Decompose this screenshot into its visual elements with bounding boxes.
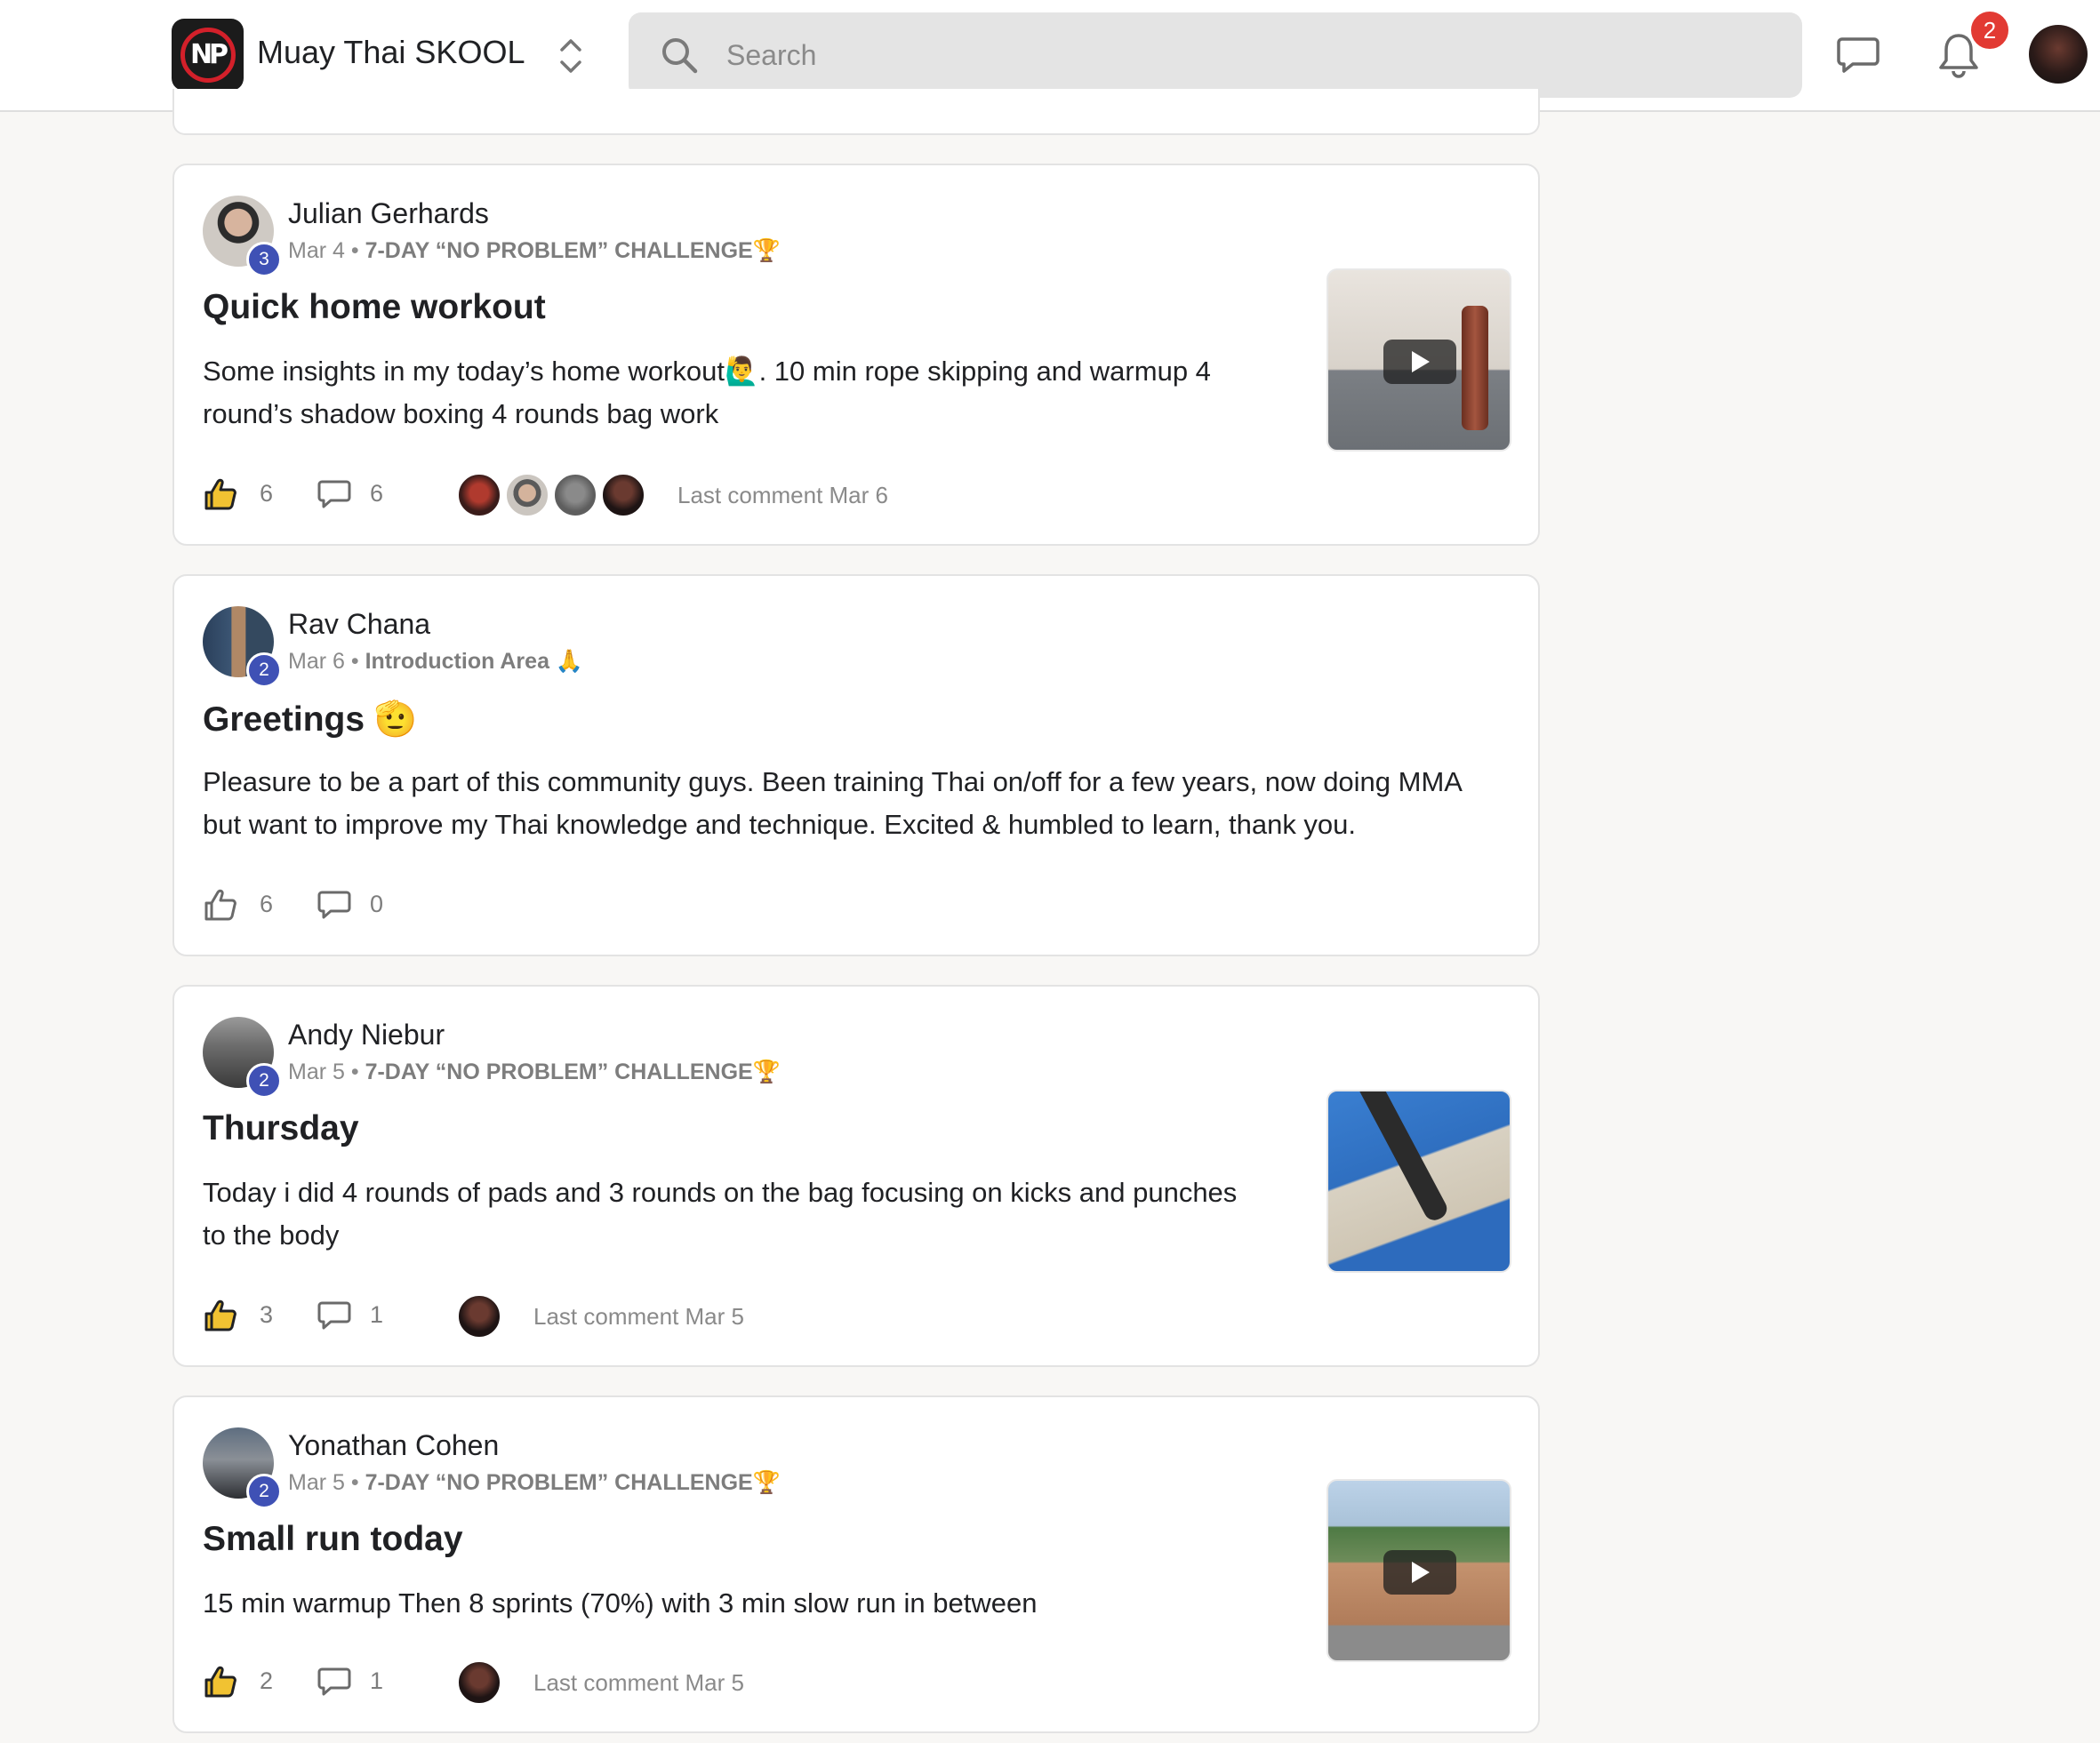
punching-bag-graphic <box>1355 1091 1451 1224</box>
user-avatar[interactable] <box>2029 25 2088 84</box>
comment-count: 1 <box>370 1667 384 1694</box>
meta-separator: • <box>344 238 365 263</box>
thumbs-up-icon[interactable] <box>203 1664 238 1699</box>
post-card[interactable]: 2 Yonathan Cohen Mar 5 • 7-DAY “NO PROBL… <box>172 1395 1540 1733</box>
search-input[interactable] <box>726 30 1749 80</box>
level-badge: 3 <box>246 242 282 277</box>
play-button[interactable] <box>1383 340 1456 384</box>
post-title[interactable]: Greetings 🫡 <box>203 699 417 740</box>
post-body-line: Pleasure to be a part of this community … <box>203 766 1463 797</box>
commenter-avatar[interactable] <box>457 1294 501 1339</box>
post-category[interactable]: Introduction Area 🙏 <box>365 649 583 674</box>
post-body-line: but want to improve my Thai knowledge an… <box>203 809 1357 840</box>
post-date: Mar 5 <box>288 1470 345 1495</box>
comment-icon[interactable] <box>317 889 352 921</box>
comment-count: 0 <box>370 891 384 917</box>
author-name[interactable]: Julian Gerhards <box>288 197 489 230</box>
meta-separator: • <box>344 649 365 674</box>
comment-icon[interactable] <box>317 478 352 510</box>
post-meta: Mar 5 • 7-DAY “NO PROBLEM” CHALLENGE🏆 <box>288 1470 781 1496</box>
post-card[interactable]: 2 Andy Niebur Mar 5 • 7-DAY “NO PROBLEM”… <box>172 985 1540 1367</box>
search-icon <box>662 38 698 74</box>
notification-count-badge[interactable]: 2 <box>1968 9 2011 52</box>
group-name[interactable]: Muay Thai SKOOL <box>257 34 525 71</box>
thumbs-up-icon[interactable] <box>203 476 238 512</box>
post-body-line: round’s shadow boxing 4 rounds bag work <box>203 398 719 429</box>
comment-count: 1 <box>370 1301 384 1328</box>
post-body[interactable]: Today i did 4 rounds of pads and 3 round… <box>203 1171 1237 1257</box>
last-comment: Last comment Mar 5 <box>533 1303 744 1330</box>
post-card[interactable]: 3 Julian Gerhards Mar 4 • 7-DAY “NO PROB… <box>172 164 1540 546</box>
comment-icon[interactable] <box>317 1299 352 1331</box>
thumbs-up-icon[interactable] <box>203 1298 238 1333</box>
post-meta: Mar 4 • 7-DAY “NO PROBLEM” CHALLENGE🏆 <box>288 238 781 264</box>
post-body[interactable]: 15 min warmup Then 8 sprints (70%) with … <box>203 1582 1037 1625</box>
commenter-avatar[interactable] <box>505 473 549 517</box>
meta-separator: • <box>344 1470 365 1495</box>
punching-bag-graphic <box>1462 306 1488 430</box>
post-image-thumbnail[interactable] <box>1327 1090 1511 1273</box>
previous-post-card-edge <box>172 89 1540 135</box>
post-body[interactable]: Some insights in my today’s home workout… <box>203 350 1211 436</box>
post-body-line: to the body <box>203 1219 340 1251</box>
post-date: Mar 6 <box>288 649 345 674</box>
play-icon <box>1412 1562 1430 1583</box>
post-date: Mar 5 <box>288 1059 345 1084</box>
post-meta: Mar 5 • 7-DAY “NO PROBLEM” CHALLENGE🏆 <box>288 1059 781 1085</box>
group-logo[interactable]: NP <box>172 19 244 91</box>
post-footer: 3 1 Last comment Mar 5 <box>203 1294 1359 1339</box>
post-body-line: 15 min warmup Then 8 sprints (70%) with … <box>203 1587 1038 1619</box>
post-footer: 6 6 Last comment Mar 6 <box>203 473 1359 517</box>
post-card[interactable]: 2 Rav Chana Mar 6 • Introduction Area 🙏 … <box>172 574 1540 956</box>
meta-separator: • <box>344 1059 365 1084</box>
post-body-line: Today i did 4 rounds of pads and 3 round… <box>203 1177 1238 1208</box>
like-count: 6 <box>260 891 274 917</box>
author-name[interactable]: Rav Chana <box>288 608 430 641</box>
commenter-avatar[interactable] <box>457 1660 501 1705</box>
post-footer: 2 1 Last comment Mar 5 <box>203 1660 1359 1705</box>
post-footer: 6 0 <box>203 883 1359 926</box>
post-body-line: Some insights in my today’s home workout… <box>203 356 1211 387</box>
author-name[interactable]: Yonathan Cohen <box>288 1429 499 1462</box>
thumbs-up-icon[interactable] <box>203 887 238 923</box>
post-meta: Mar 6 • Introduction Area 🙏 <box>288 649 583 675</box>
search-bar[interactable] <box>629 12 1802 98</box>
post-title[interactable]: Thursday <box>203 1109 359 1148</box>
post-title[interactable]: Quick home workout <box>203 288 546 327</box>
commenter-avatar[interactable] <box>457 473 501 517</box>
level-badge: 2 <box>246 1474 282 1509</box>
play-button[interactable] <box>1383 1550 1456 1595</box>
post-title[interactable]: Small run today <box>203 1520 463 1559</box>
post-date: Mar 4 <box>288 238 345 263</box>
commenter-avatar[interactable] <box>553 473 597 517</box>
post-category[interactable]: 7-DAY “NO PROBLEM” CHALLENGE🏆 <box>365 1059 781 1084</box>
like-count: 2 <box>260 1667 274 1694</box>
chevron-up-down-icon[interactable] <box>555 34 587 78</box>
post-body[interactable]: Pleasure to be a part of this community … <box>203 761 1463 846</box>
level-badge: 2 <box>246 652 282 688</box>
post-category[interactable]: 7-DAY “NO PROBLEM” CHALLENGE🏆 <box>365 238 781 263</box>
like-count: 6 <box>260 480 274 507</box>
level-badge: 2 <box>246 1063 282 1099</box>
comment-count: 6 <box>370 480 384 507</box>
post-video-thumbnail[interactable] <box>1327 1479 1511 1662</box>
like-count: 3 <box>260 1301 274 1328</box>
post-category[interactable]: 7-DAY “NO PROBLEM” CHALLENGE🏆 <box>365 1470 781 1495</box>
commenter-avatar[interactable] <box>601 473 645 517</box>
logo-mark: NP <box>180 27 236 83</box>
last-comment: Last comment Mar 6 <box>677 482 888 508</box>
play-icon <box>1412 351 1430 372</box>
post-video-thumbnail[interactable] <box>1327 268 1511 452</box>
comment-icon[interactable] <box>317 1666 352 1698</box>
author-name[interactable]: Andy Niebur <box>288 1019 445 1051</box>
chat-icon[interactable] <box>1835 34 1881 76</box>
last-comment: Last comment Mar 5 <box>533 1669 744 1696</box>
